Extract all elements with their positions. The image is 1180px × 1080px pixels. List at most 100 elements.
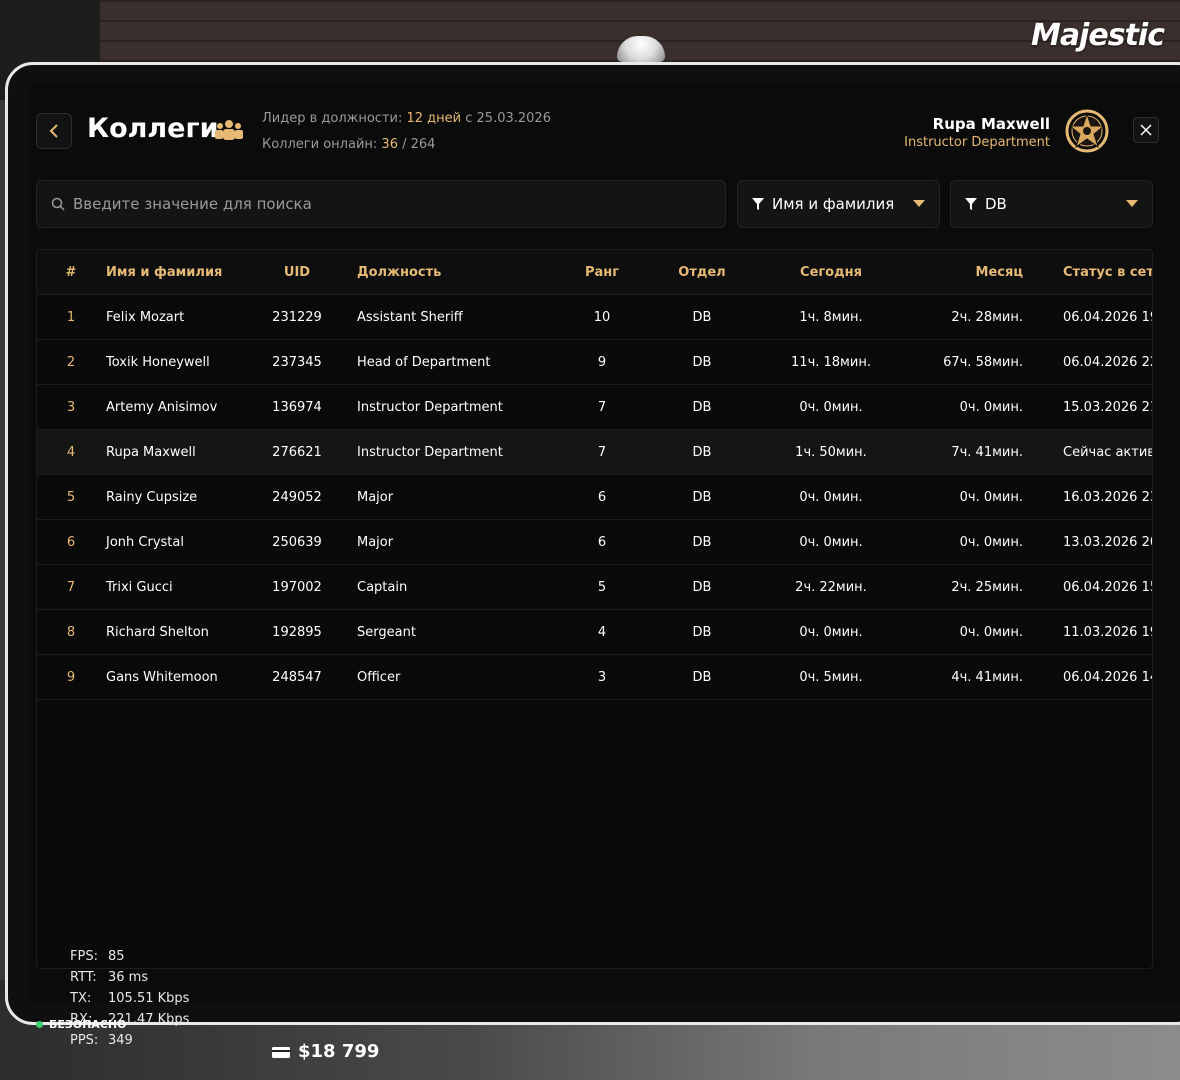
cell-name: Toxik Honeywell [106,355,210,370]
filter-icon [965,198,977,210]
stat-line: FPS: 85 [70,946,189,967]
col-header-num[interactable]: # [62,250,80,295]
cell-uid: 248547 [272,670,322,685]
cell-position: Assistant Sheriff [357,310,463,325]
cell-name: Rupa Maxwell [106,445,196,460]
search-icon [51,197,65,211]
col-header-status[interactable]: Статус в сети [1063,250,1152,295]
close-icon [1140,124,1152,136]
filter-department-label: DB [985,195,1007,213]
table-body: 1 Felix Mozart 231229 Assistant Sheriff 10 DB… [37,295,1152,700]
search-box[interactable] [36,180,726,228]
cell-uid: 276621 [272,445,322,460]
stat-value: 36 ms [108,970,149,985]
stat-line: PPS: 349 [70,1030,189,1051]
cell-status: 16.03.2026 23 [1063,490,1153,505]
cell-uid: 249052 [272,490,322,505]
col-header-month[interactable]: Месяц [917,250,1023,295]
col-header-name[interactable]: Имя и фамилия [106,250,266,295]
cell-position: Head of Department [357,355,491,370]
cell-position: Instructor Department [357,400,503,415]
cell-position: Sergeant [357,625,416,640]
filter-name-dropdown[interactable]: Имя и фамилия [737,180,940,228]
tablet-frame: Коллеги Лидер в должности: 12 дней с 25.… [5,62,1180,1025]
online-label: Коллеги онлайн: [262,137,378,152]
col-header-position[interactable]: Должность [357,250,557,295]
cell-today: 0ч. 5мин. [799,670,863,685]
cell-status: 06.04.2026 15 [1063,580,1153,595]
cell-today: 0ч. 0мин. [799,400,863,415]
cell-department: DB [692,355,712,370]
cell-num: 8 [66,625,76,640]
cell-num: 6 [66,535,76,550]
table-row[interactable]: 1 Felix Mozart 231229 Assistant Sheriff 10 DB… [37,295,1152,340]
page-title: Коллеги [87,113,219,144]
cell-name: Trixi Gucci [106,580,173,595]
cell-month: 2ч. 25мин. [951,580,1023,595]
cell-month: 0ч. 0мин. [959,400,1023,415]
cell-position: Instructor Department [357,445,503,460]
stat-value: 85 [108,949,125,964]
col-header-rank[interactable]: Ранг [577,250,627,295]
table-row[interactable]: 9 Gans Whitemoon 248547 Officer 3 DB 0ч. 5мин.… [37,655,1152,700]
cell-status: 06.04.2026 14 [1063,670,1153,685]
table-row[interactable]: 7 Trixi Gucci 197002 Captain 5 DB 2ч. 22мин. 2ч… [37,565,1152,610]
cell-month: 4ч. 41мин. [951,670,1023,685]
filter-department-dropdown[interactable]: DB [950,180,1153,228]
cash-display: $18 799 [272,1041,379,1062]
cash-amount: $18 799 [298,1041,380,1062]
cell-position: Officer [357,670,401,685]
safe-label: БЕЗОПАСНО [49,1018,127,1031]
leader-since: с 25.03.2026 [465,111,551,126]
cell-department: DB [692,535,712,550]
online-count: 36 [381,137,398,152]
cell-name: Jonh Crystal [106,535,184,550]
cell-today: 1ч. 8мин. [799,310,863,325]
back-button[interactable] [36,113,72,149]
cell-uid: 192895 [272,625,322,640]
cell-uid: 250639 [272,535,322,550]
col-header-uid[interactable]: UID [265,250,329,295]
cell-uid: 197002 [272,580,322,595]
table-row[interactable]: 3 Artemy Anisimov 136974 Instructor Departm… [37,385,1152,430]
table-row[interactable]: 4 Rupa Maxwell 276621 Instructor Department… [37,430,1152,475]
colleagues-table: # Имя и фамилия UID Должность Ранг Отдел… [36,249,1153,969]
cell-rank: 5 [597,580,607,595]
safe-zone-indicator: БЕЗОПАСНО [36,1018,126,1031]
cell-rank: 7 [597,400,607,415]
colleagues-screen: Коллеги Лидер в должности: 12 дней с 25.… [28,83,1180,1002]
table-row[interactable]: 8 Richard Shelton 192895 Sergeant 4 DB 0ч. 0ми… [37,610,1152,655]
network-stats: FPS: 85 RTT: 36 ms TX: 105.51 Kbps RX: 221.47 K… [70,946,189,1051]
close-button[interactable] [1133,117,1159,143]
cell-rank: 3 [597,670,607,685]
cell-today: 11ч. 18мин. [791,355,871,370]
cell-uid: 136974 [272,400,322,415]
cell-month: 0ч. 0мин. [959,625,1023,640]
filter-name-label: Имя и фамилия [772,195,895,213]
cell-month: 67ч. 58мин. [943,355,1023,370]
cell-month: 0ч. 0мин. [959,490,1023,505]
online-info: Коллеги онлайн: 36 / 264 [262,137,435,152]
col-header-today[interactable]: Сегодня [771,250,891,295]
table-row[interactable]: 2 Toxik Honeywell 237345 Head of Department… [37,340,1152,385]
table-header: # Имя и фамилия UID Должность Ранг Отдел… [37,250,1152,295]
search-input[interactable] [73,195,725,213]
cell-position: Major [357,535,394,550]
cell-num: 7 [66,580,76,595]
cell-month: 2ч. 28мин. [951,310,1023,325]
cell-today: 0ч. 0мин. [799,625,863,640]
cell-today: 1ч. 50мин. [795,445,867,460]
cell-department: DB [692,670,712,685]
cell-num: 2 [66,355,76,370]
user-department: Instructor Department [904,135,1050,150]
cell-rank: 6 [597,535,607,550]
table-row[interactable]: 5 Rainy Cupsize 249052 Major 6 DB 0ч. 0мин. 0ч.… [37,475,1152,520]
cell-today: 2ч. 22мин. [795,580,867,595]
cell-name: Rainy Cupsize [106,490,198,505]
stat-value: 349 [108,1033,133,1048]
table-row[interactable]: 6 Jonh Crystal 250639 Major 6 DB 0ч. 0мин. 0ч. … [37,520,1152,565]
caret-down-icon [1126,200,1138,207]
cell-rank: 10 [593,310,611,325]
col-header-department[interactable]: Отдел [677,250,727,295]
cell-name: Richard Shelton [106,625,209,640]
